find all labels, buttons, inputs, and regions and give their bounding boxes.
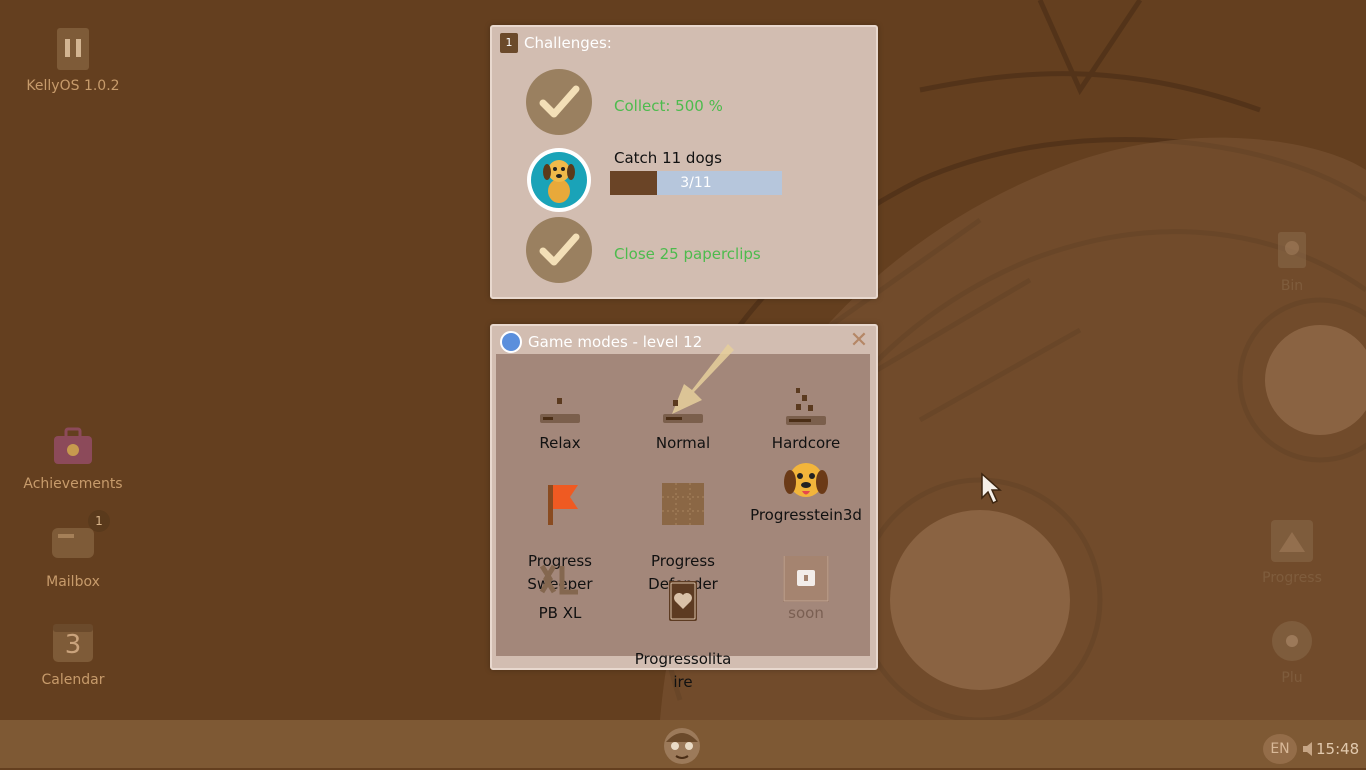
mouse-cursor-icon: [981, 472, 1002, 505]
defender-grid-icon: [657, 481, 709, 527]
challenge-item-paperclips: Close 25 paperclips: [526, 217, 856, 283]
mode-label: PB XL: [538, 604, 582, 622]
desktop-icon-calendar[interactable]: 3 Calendar: [8, 620, 138, 688]
calendar-icon: 3: [50, 620, 96, 666]
xl-icon: [534, 556, 586, 602]
desktop-icon-label: Progress: [1262, 570, 1322, 586]
desktop-icon-label: Plu: [1281, 670, 1303, 686]
progress-icon: [1269, 518, 1315, 564]
challenges-title: Challenges:: [524, 34, 612, 52]
mode-label: soon: [788, 604, 824, 622]
pause-icon: [50, 26, 96, 72]
challenge-progress-bar: 3/11: [610, 171, 782, 195]
mode-label: Relax: [539, 434, 581, 452]
speaker-icon[interactable]: [1302, 741, 1316, 757]
mode-soon: soon: [746, 554, 866, 625]
lock-icon: [780, 554, 832, 602]
desktop-icon-label: Calendar: [41, 672, 105, 688]
challenges-title-bar: 1 Challenges:: [500, 31, 612, 55]
checkmark-icon: [526, 217, 592, 283]
mode-label: Normal: [655, 434, 711, 452]
heart-card-icon: [657, 579, 709, 625]
challenge-text: Collect: 500 %: [614, 97, 723, 115]
calendar-day: 3: [64, 630, 82, 660]
mode-label: Hardcore: [771, 434, 841, 452]
game-modes-grid: Relax Normal Hardcore Progress Sweeper P…: [496, 344, 870, 691]
mode-normal[interactable]: Normal: [623, 380, 743, 455]
challenge-item-dogs: Catch 11 dogs 3/11: [526, 147, 856, 213]
desktop-icon-label: KellyOS 1.0.2: [26, 78, 120, 94]
normal-icon: [657, 380, 709, 432]
desktop-icon-kellyos[interactable]: KellyOS 1.0.2: [8, 26, 138, 94]
challenges-count-badge: 1: [500, 33, 518, 53]
mode-hardcore[interactable]: Hardcore: [746, 380, 866, 455]
desktop-icon-mailbox[interactable]: 1 Mailbox: [8, 510, 138, 590]
progress-label: 3/11: [680, 175, 712, 191]
desktop-icon-bin[interactable]: Bin: [1227, 226, 1357, 294]
mailbox-unread-badge: 1: [88, 510, 110, 532]
desktop: KellyOS 1.0.2 Achievements 1 Mailbox 3 C…: [0, 0, 1366, 720]
mode-progressolitaire[interactable]: Progressolita ire: [623, 556, 743, 694]
mode-label: Progressolita ire: [634, 650, 732, 691]
challenges-window: 1 Challenges: Collect: 500 % Catch 11 do…: [490, 25, 878, 299]
desktop-icon-progress[interactable]: Progress: [1227, 518, 1357, 586]
clock: 15:48: [1316, 740, 1360, 758]
dog-icon: [526, 147, 592, 213]
relax-icon: [534, 380, 586, 432]
disc-icon: [1269, 618, 1315, 664]
desktop-icon-achievements[interactable]: Achievements: [8, 424, 138, 492]
checkmark-icon: [526, 69, 592, 135]
desktop-icon-label: Achievements: [23, 476, 123, 492]
mode-pb-xl[interactable]: PB XL: [500, 556, 620, 625]
bin-icon: [1269, 226, 1315, 272]
language-switcher[interactable]: EN: [1263, 734, 1297, 764]
challenge-text: Close 25 paperclips: [614, 245, 761, 263]
challenge-text: Catch 11 dogs: [614, 149, 722, 167]
briefcase-icon: [50, 424, 96, 470]
challenge-item-collect: Collect: 500 %: [526, 69, 856, 135]
dog-face-icon: [780, 458, 832, 504]
game-modes-icon: [500, 331, 522, 353]
mode-progresstein3d[interactable]: Progresstein3d: [746, 458, 866, 527]
mailbox-icon: 1: [50, 510, 110, 568]
flag-icon: [534, 481, 586, 527]
desktop-icon-plu[interactable]: Plu: [1227, 618, 1357, 686]
mode-relax[interactable]: Relax: [500, 380, 620, 455]
kelly-face-icon[interactable]: [658, 724, 706, 766]
close-button[interactable]: ✕: [848, 330, 870, 352]
mode-label: Progresstein3d: [750, 506, 862, 524]
desktop-icon-label: Bin: [1280, 278, 1304, 294]
desktop-icon-label: Mailbox: [46, 574, 100, 590]
hardcore-icon: [780, 380, 832, 432]
taskbar: [0, 720, 1366, 768]
game-modes-window: Game modes - level 12 ✕ Relax Normal Har…: [490, 324, 878, 691]
